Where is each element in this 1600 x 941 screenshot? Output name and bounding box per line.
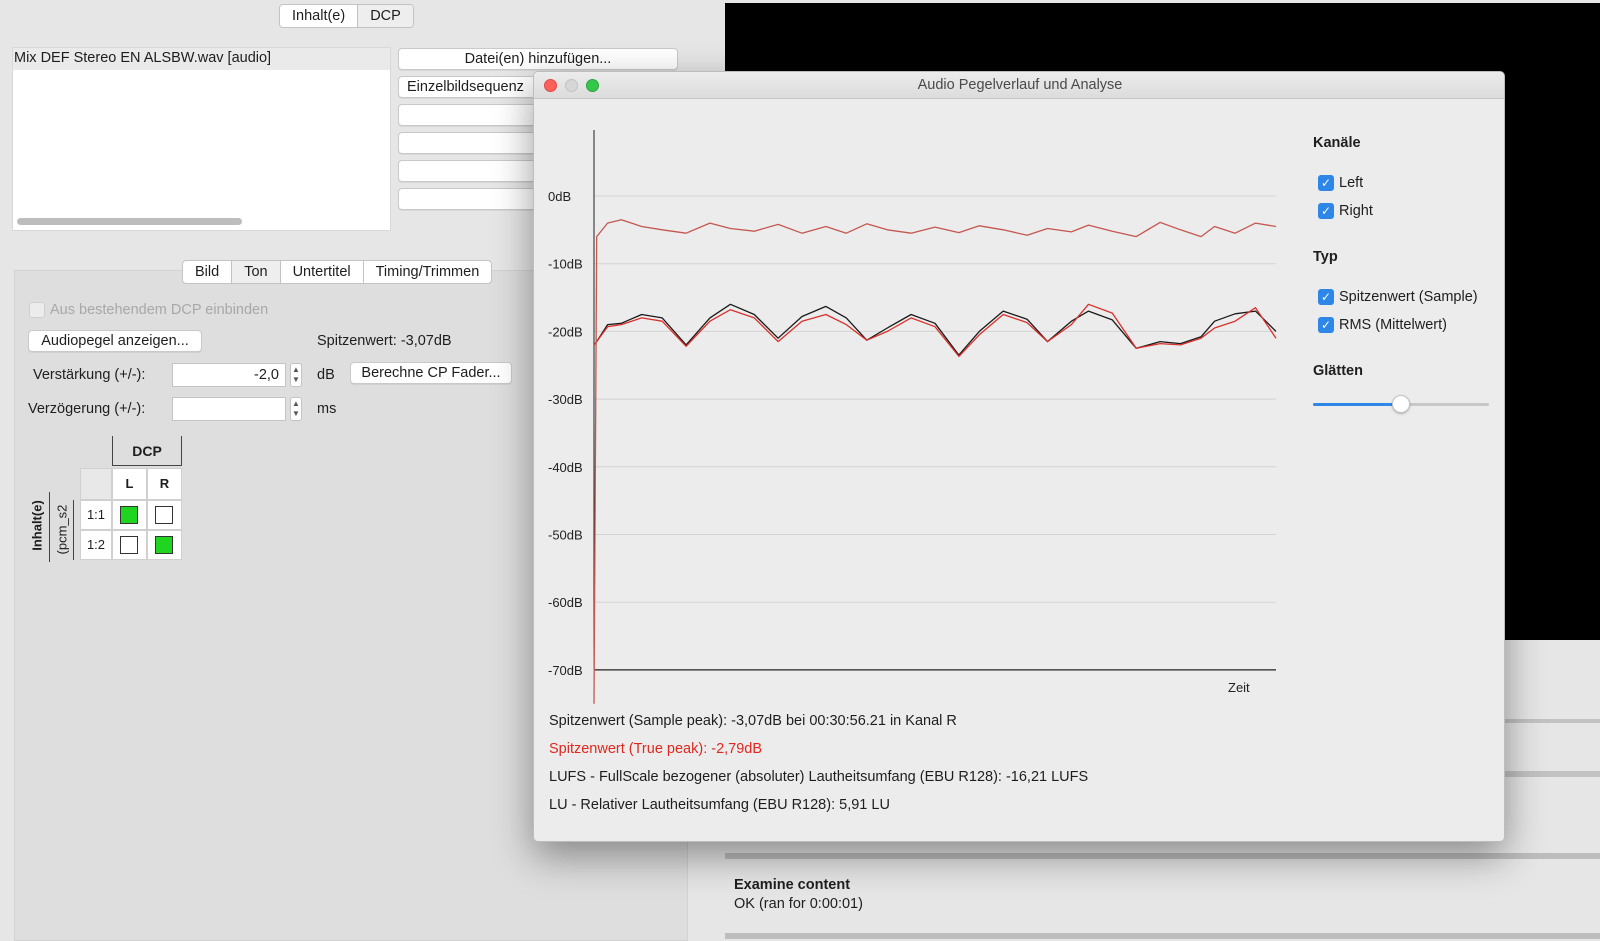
channel-left-checkbox[interactable]: ✓ xyxy=(1318,175,1334,191)
tab-timing[interactable]: Timing/Trimmen xyxy=(364,261,492,283)
lu-stat: LU - Relativer Lautheitsumfang (EBU R128… xyxy=(549,797,890,813)
channel-right-checkbox[interactable]: ✓ xyxy=(1318,203,1334,219)
matrix-row-subgroup: (pcm_s2 xyxy=(52,500,74,560)
status-message: OK (ran for 0:00:01) xyxy=(734,896,863,912)
channel-left-label: Left xyxy=(1339,175,1364,191)
matrix-col-r: R xyxy=(147,468,182,500)
status-title: Examine content xyxy=(734,877,851,893)
matrix-row-group: Inhalt(e) xyxy=(26,492,50,562)
type-peak-label: Spitzenwert (Sample) xyxy=(1339,289,1478,305)
content-list-item[interactable]: Mix DEF Stereo EN ALSBW.wav [audio] xyxy=(14,50,271,66)
matrix-row-2: 1:2 xyxy=(80,530,112,560)
lufs-stat: LUFS - FullScale bezogener (absoluter) L… xyxy=(549,769,1089,785)
matrix-row-1: 1:1 xyxy=(80,500,112,530)
tab-bild[interactable]: Bild xyxy=(183,261,233,283)
y-tick-label: -40dB xyxy=(548,460,583,475)
tab-dcp[interactable]: DCP xyxy=(358,5,413,27)
job-progress-bar xyxy=(725,853,1600,859)
y-tick-label: -20dB xyxy=(548,324,583,339)
y-tick-label: -30dB xyxy=(548,392,583,407)
x-axis-label: Zeit xyxy=(1228,680,1250,695)
true-peak-stat: Spitzenwert (True peak): -2,79dB xyxy=(549,741,763,757)
y-tick-label: -50dB xyxy=(548,528,583,543)
import-dcp-label: Aus bestehendem DCP einbinden xyxy=(50,302,269,318)
add-files-button[interactable]: Datei(en) hinzufügen... xyxy=(398,48,678,70)
y-tick-label: -60dB xyxy=(548,595,583,610)
smoothing-slider-fill xyxy=(1313,403,1401,406)
top-tab-bar: Inhalt(e) DCP xyxy=(279,4,414,28)
channels-heading: Kanäle xyxy=(1313,135,1361,151)
peak-value-label: Spitzenwert: -3,07dB xyxy=(317,333,452,349)
y-tick-label: 0dB xyxy=(548,189,571,204)
type-peak-checkbox[interactable]: ✓ xyxy=(1318,289,1334,305)
smoothing-slider[interactable] xyxy=(1313,394,1489,414)
tab-untertitel[interactable]: Untertitel xyxy=(281,261,364,283)
smoothing-slider-knob[interactable] xyxy=(1392,395,1410,413)
smoothing-heading: Glätten xyxy=(1313,363,1363,379)
audio-analysis-dialog: Audio Pegelverlauf und Analyse 0dB -10dB -… xyxy=(533,71,1505,842)
horizontal-scrollbar[interactable] xyxy=(17,218,242,225)
delay-input[interactable] xyxy=(172,397,286,421)
delay-unit: ms xyxy=(317,401,337,417)
mapping-checkbox-1-l[interactable] xyxy=(120,506,138,524)
channel-right-label: Right xyxy=(1339,203,1373,219)
mapping-checkbox-2-r[interactable] xyxy=(155,536,173,554)
mapping-checkbox-2-l[interactable] xyxy=(120,536,138,554)
tab-ton[interactable]: Ton xyxy=(232,261,281,283)
matrix-corner-cell xyxy=(80,468,112,500)
delay-label: Verzögerung (+/-): xyxy=(28,401,146,417)
sample-peak-stat: Spitzenwert (Sample peak): -3,07dB bei 0… xyxy=(549,713,957,729)
audio-level-chart: 0dB -10dB -20dB -30dB -40dB -50dB -60dB -70dB Ze… xyxy=(548,130,1277,704)
show-audio-levels-button[interactable]: Audiopegel anzeigen... xyxy=(28,330,202,352)
bottom-progress-bar xyxy=(725,933,1600,939)
dialog-title: Audio Pegelverlauf und Analyse xyxy=(917,77,1123,93)
gain-stepper[interactable]: ▲ ▼ xyxy=(290,363,302,387)
type-heading: Typ xyxy=(1313,249,1338,265)
y-tick-label: -10dB xyxy=(548,257,583,272)
gain-unit: dB xyxy=(317,367,335,383)
matrix-col-group: DCP xyxy=(112,436,182,466)
content-list[interactable]: Mix DEF Stereo EN ALSBW.wav [audio] xyxy=(12,47,391,231)
mapping-checkbox-1-r[interactable] xyxy=(155,506,173,524)
tab-inhalte[interactable]: Inhalt(e) xyxy=(280,5,359,27)
type-rms-checkbox[interactable]: ✓ xyxy=(1318,317,1334,333)
rms-left-line xyxy=(593,303,1277,356)
rms-right-line xyxy=(593,303,1277,358)
gain-label: Verstärkung (+/-): xyxy=(33,367,146,383)
delay-stepper[interactable]: ▲ ▼ xyxy=(290,397,302,421)
sub-tab-bar: Bild Ton Untertitel Timing/Trimmen xyxy=(182,260,493,284)
gain-input[interactable]: -2,0 xyxy=(172,363,286,387)
y-tick-label: -70dB xyxy=(548,663,583,678)
mapping-matrix: DCP L R 1:1 1:2 (pcm_s2 Inhalt(e) xyxy=(26,436,186,566)
calculate-fader-button[interactable]: Berechne CP Fader... xyxy=(350,362,512,384)
matrix-col-l: L xyxy=(112,468,147,500)
import-dcp-checkbox[interactable] xyxy=(29,302,45,318)
peak-line xyxy=(593,219,1277,704)
dialog-titlebar[interactable]: Audio Pegelverlauf und Analyse xyxy=(534,72,1504,99)
type-rms-label: RMS (Mittelwert) xyxy=(1339,317,1447,333)
